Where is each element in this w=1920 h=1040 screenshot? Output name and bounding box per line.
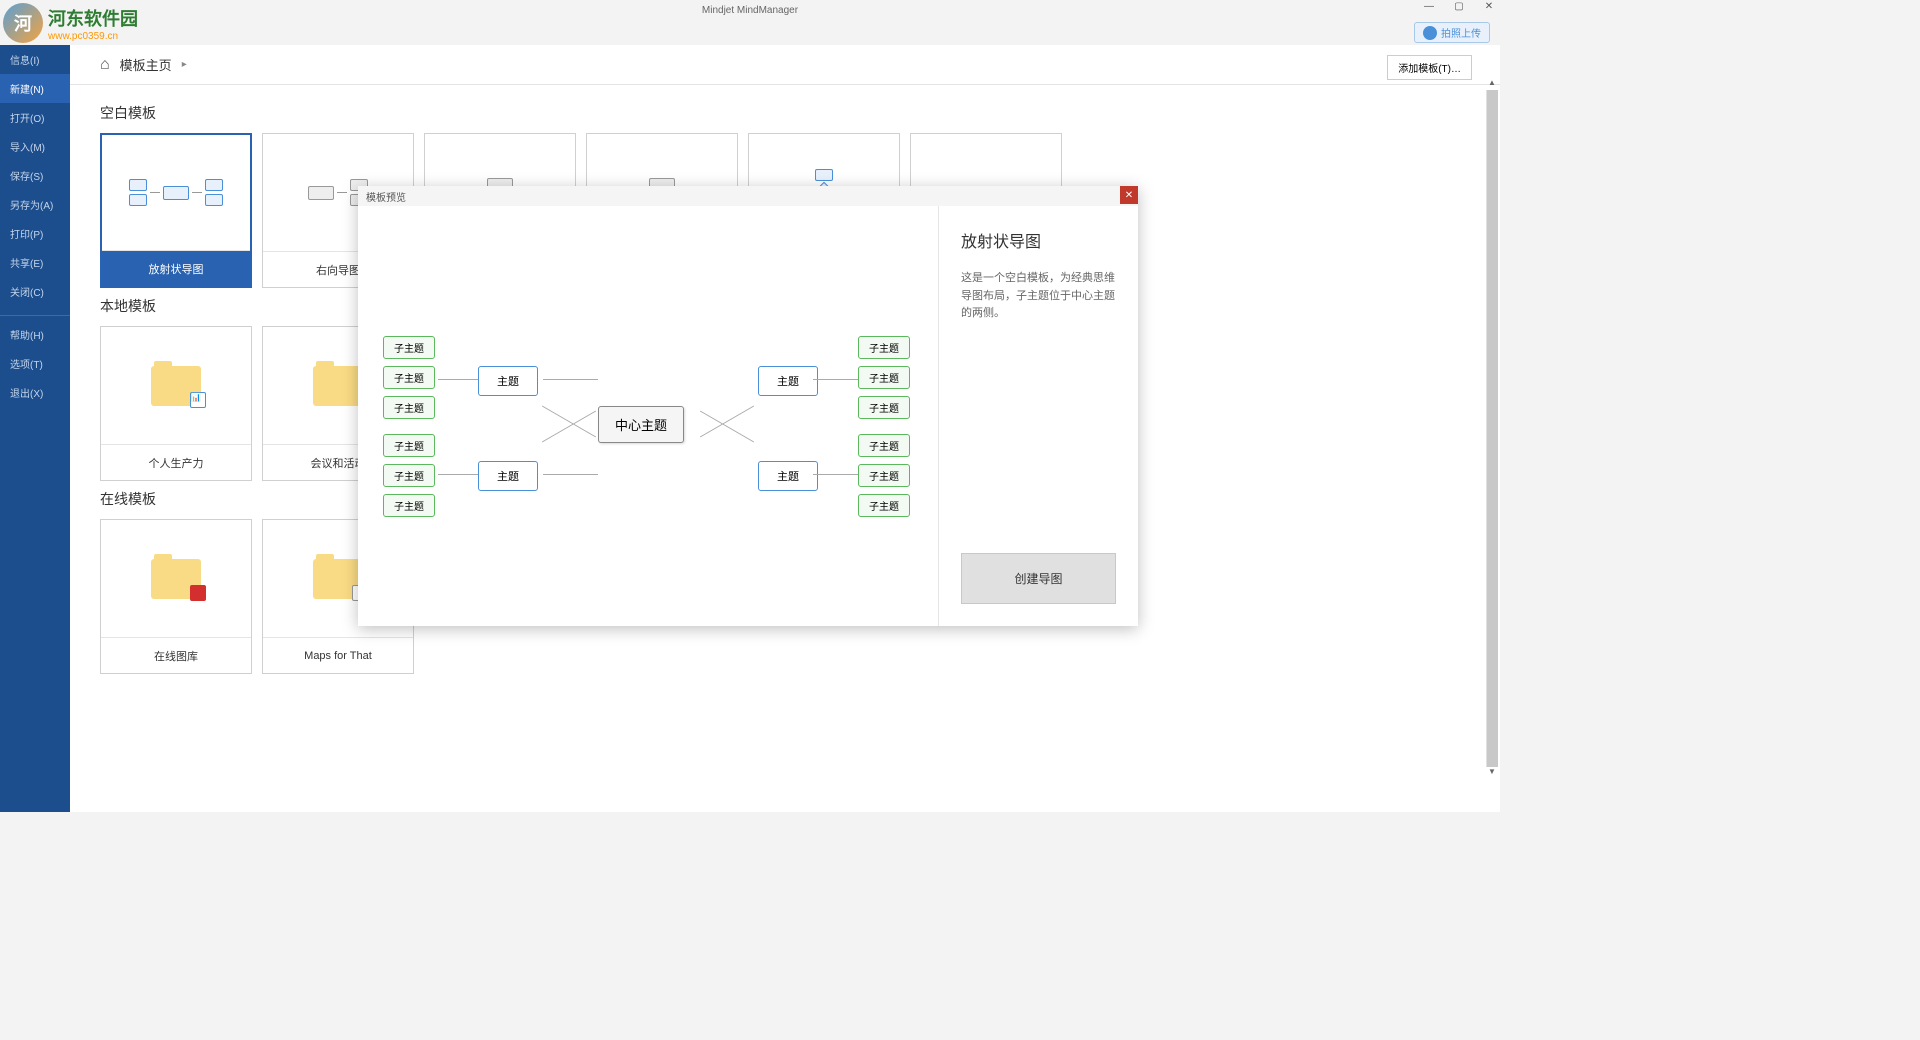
sidebar-item-open[interactable]: 打开(O) <box>0 103 70 132</box>
modal-side-description: 这是一个空白模板，为经典思维导图布局，子主题位于中心主题的两侧。 <box>961 270 1116 553</box>
create-map-button[interactable]: 创建导图 <box>961 553 1116 604</box>
sidebar-item-save[interactable]: 保存(S) <box>0 161 70 190</box>
sub-node: 子主题 <box>383 366 435 389</box>
window-title: Mindjet MindManager <box>702 5 798 16</box>
add-template-button[interactable]: 添加模板(T)… <box>1387 55 1472 80</box>
maximize-button[interactable]: ▢ <box>1453 0 1465 12</box>
title-bar: Mindjet MindManager — ▢ ✕ <box>0 0 1500 20</box>
template-productivity[interactable]: 📊 个人生产力 <box>100 326 252 481</box>
sub-node: 子主题 <box>858 464 910 487</box>
modal-close-button[interactable]: ✕ <box>1120 186 1138 204</box>
upload-label: 拍照上传 <box>1441 25 1481 40</box>
watermark-url: www.pc0359.cn <box>48 31 138 42</box>
watermark-icon: 河 <box>3 3 43 43</box>
sidebar-item-close[interactable]: 关闭(C) <box>0 277 70 306</box>
window-controls: — ▢ ✕ <box>1423 0 1495 12</box>
modal-side-panel: 放射状导图 这是一个空白模板，为经典思维导图布局，子主题位于中心主题的两侧。 创… <box>939 206 1138 626</box>
breadcrumb: ⌂ 模板主页 ▸ <box>70 45 1500 85</box>
sidebar: 信息(I) 新建(N) 打开(O) 导入(M) 保存(S) 另存为(A) 打印(… <box>0 45 70 812</box>
sidebar-item-new[interactable]: 新建(N) <box>0 74 70 103</box>
sidebar-item-share[interactable]: 共享(E) <box>0 248 70 277</box>
template-preview-dialog: 模板预览 ✕ 中心主题 主题 主题 主题 主题 子主题 子主题 子主题 子主题 … <box>358 186 1138 626</box>
sub-node: 子主题 <box>383 494 435 517</box>
center-node: 中心主题 <box>598 406 684 443</box>
topic-node: 主题 <box>758 366 818 396</box>
upload-button[interactable]: 拍照上传 <box>1414 22 1490 43</box>
sidebar-item-options[interactable]: 选项(T) <box>0 349 70 378</box>
sub-node: 子主题 <box>383 434 435 457</box>
template-online-gallery[interactable]: 在线图库 <box>100 519 252 674</box>
topic-node: 主题 <box>478 366 538 396</box>
chevron-right-icon: ▸ <box>182 59 187 70</box>
modal-side-title: 放射状导图 <box>961 228 1116 252</box>
flag-icon <box>190 585 206 601</box>
sidebar-item-exit[interactable]: 退出(X) <box>0 378 70 407</box>
modal-title: 模板预览 <box>366 189 406 204</box>
template-radial-map[interactable]: 放射状导图 <box>100 133 252 288</box>
sub-node: 子主题 <box>383 464 435 487</box>
template-label: 个人生产力 <box>101 444 251 480</box>
mindmap-preview: 中心主题 主题 主题 主题 主题 子主题 子主题 子主题 子主题 子主题 子主题… <box>378 266 918 566</box>
topic-node: 主题 <box>478 461 538 491</box>
breadcrumb-label[interactable]: 模板主页 <box>120 55 172 74</box>
sidebar-item-import[interactable]: 导入(M) <box>0 132 70 161</box>
sub-node: 子主题 <box>383 336 435 359</box>
close-button[interactable]: ✕ <box>1483 0 1495 12</box>
cloud-icon <box>1423 26 1437 40</box>
minimize-button[interactable]: — <box>1423 0 1435 12</box>
sidebar-item-print[interactable]: 打印(P) <box>0 219 70 248</box>
sub-node: 子主题 <box>858 366 910 389</box>
header-strip: 拍照上传 <box>0 20 1500 45</box>
sidebar-item-info[interactable]: 信息(I) <box>0 45 70 74</box>
sidebar-item-help[interactable]: 帮助(H) <box>0 320 70 349</box>
topic-node: 主题 <box>758 461 818 491</box>
sidebar-item-saveas[interactable]: 另存为(A) <box>0 190 70 219</box>
sub-node: 子主题 <box>858 494 910 517</box>
template-label: 放射状导图 <box>102 250 250 286</box>
watermark-name: 河东软件园 <box>48 5 138 31</box>
section-blank-title: 空白模板 <box>100 103 1470 123</box>
chart-icon: 📊 <box>190 392 206 408</box>
modal-header: 模板预览 ✕ <box>358 186 1138 206</box>
sub-node: 子主题 <box>858 396 910 419</box>
modal-preview-area: 中心主题 主题 主题 主题 主题 子主题 子主题 子主题 子主题 子主题 子主题… <box>358 206 939 626</box>
sub-node: 子主题 <box>383 396 435 419</box>
template-label: Maps for That <box>263 637 413 673</box>
watermark-logo: 河 河东软件园 www.pc0359.cn <box>3 3 138 43</box>
template-label: 在线图库 <box>101 637 251 673</box>
home-icon[interactable]: ⌂ <box>100 56 110 74</box>
sub-node: 子主题 <box>858 336 910 359</box>
sub-node: 子主题 <box>858 434 910 457</box>
